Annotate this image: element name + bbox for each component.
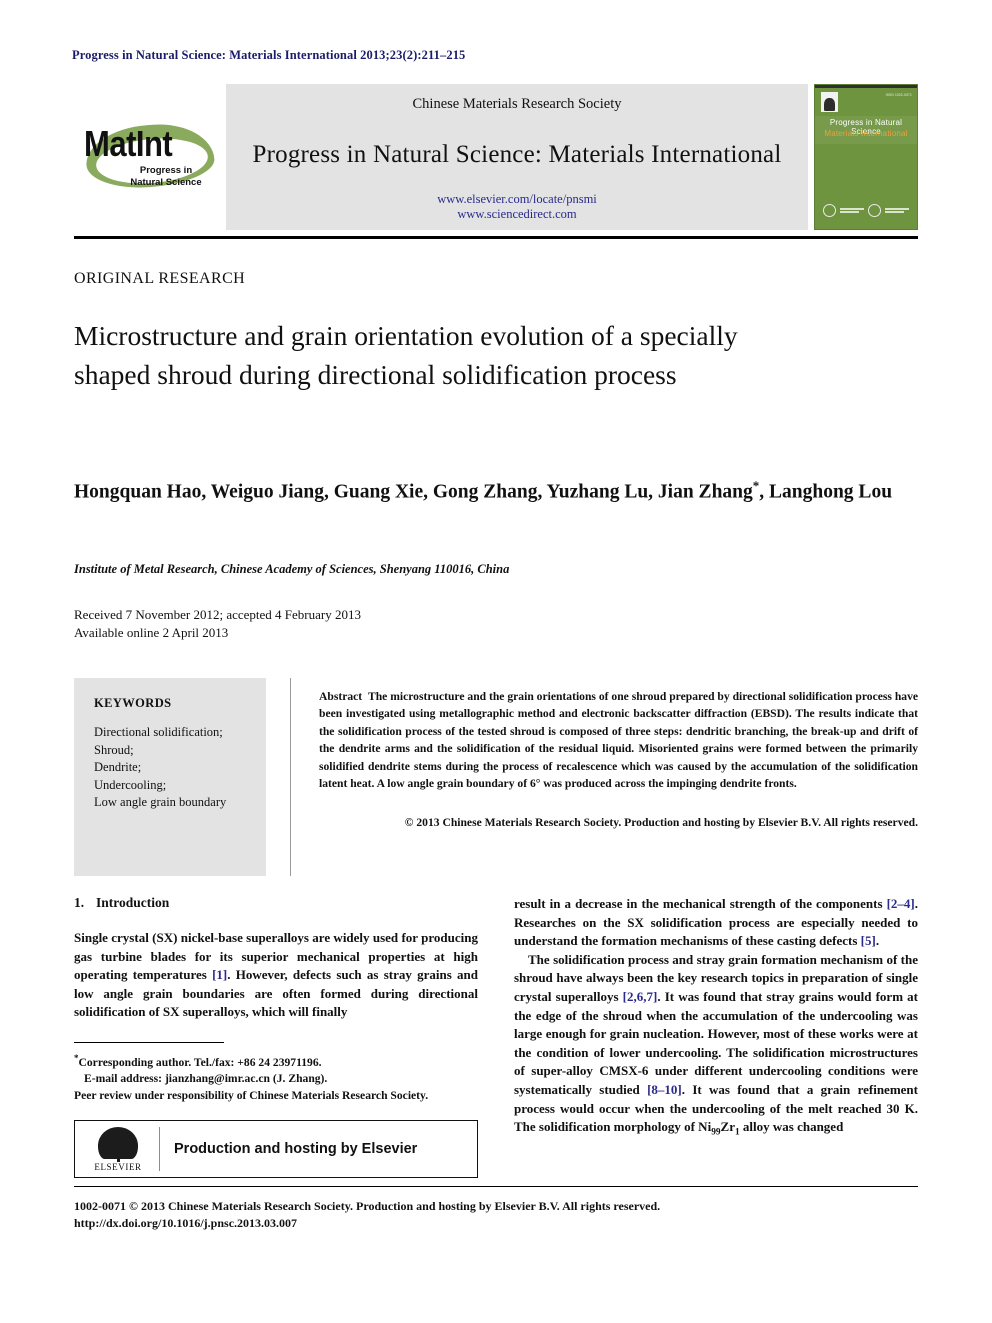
footnote-rule [74, 1041, 224, 1043]
article-type-label: ORIGINAL RESEARCH [74, 270, 246, 287]
footer-rule [74, 1186, 918, 1187]
footnote-email: E-mail address: jianzhang@imr.ac.cn (J. … [84, 1072, 328, 1086]
left-column: 1. Introduction Single crystal (SX) nicke… [74, 895, 478, 1185]
citation-link[interactable]: [5] [861, 933, 876, 948]
journal-masthead: MatInt Progress in Natural Science Chines… [74, 84, 918, 230]
footnote-block: *Corresponding author. Tel./fax: +86 24 … [74, 1050, 478, 1104]
elsevier-hosting-label: Production and hosting by Elsevier [174, 1141, 418, 1158]
elsevier-wordmark: ELSEVIER [94, 1162, 142, 1173]
keywords-list: Directional solidification; Shroud; Dend… [94, 724, 250, 812]
body-columns: 1. Introduction Single crystal (SX) nicke… [74, 895, 918, 1185]
elsevier-box-divider [159, 1127, 160, 1172]
abstract-column: Abstract The microstructure and the grai… [319, 678, 918, 876]
cover-seal-icon-2 [868, 204, 881, 217]
masthead-bottom-rule [74, 236, 918, 239]
footer-copyright: 1002-0071 © 2013 Chinese Materials Resea… [74, 1199, 661, 1213]
abstract-label: Abstract [319, 690, 363, 703]
abstract-body: The microstructure and the grain orienta… [319, 690, 919, 791]
logo-subtitle: Progress in Natural Science [130, 165, 202, 188]
elsevier-logo: ELSEVIER [85, 1126, 151, 1172]
citation-link[interactable]: [2–4] [887, 896, 915, 911]
keyword-item: Undercooling; [94, 777, 167, 792]
journal-cover-thumbnail: ISSN 1002-0071 Progress in Natural Scien… [814, 84, 918, 230]
paragraph-text-cont3: Zr [720, 1119, 735, 1135]
citation-link[interactable]: [2,6,7] [623, 989, 658, 1004]
cover-footer-text-lines-2 [885, 208, 909, 213]
author-list: Hongquan Hao, Weiguo Jiang, Guang Xie, G… [74, 472, 919, 506]
elsevier-hosting-box: ELSEVIER Production and hosting by Elsev… [74, 1120, 478, 1179]
paragraph-text-end: alloy was changed [739, 1119, 844, 1135]
paragraph: The solidification process and stray gra… [514, 951, 918, 1143]
footnote-peer-review: Peer review under responsibility of Chin… [74, 1088, 429, 1102]
abstract-text: Abstract The microstructure and the grai… [319, 688, 918, 792]
keyword-item: Shroud; [94, 742, 134, 757]
footer-doi-link[interactable]: http://dx.doi.org/10.1016/j.pnsc.2013.03… [74, 1215, 918, 1232]
paragraph-text-end: . [875, 933, 880, 949]
author-names: Hongquan Hao, Weiguo Jiang, Guang Xie, G… [74, 481, 753, 503]
matint-logo-icon: MatInt Progress in Natural Science [80, 109, 220, 205]
article-page: Progress in Natural Science: Materials I… [0, 0, 992, 1323]
available-online-date: Available online 2 April 2013 [74, 624, 229, 640]
citation-link[interactable]: [1] [212, 967, 227, 982]
section-number: 1. [74, 895, 85, 910]
keywords-box: KEYWORDS Directional solidification; Shr… [74, 678, 266, 876]
paragraph: Single crystal (SX) nickel-base superall… [74, 929, 478, 1022]
cover-top-bar [815, 85, 917, 88]
abstract-divider [290, 678, 291, 876]
journal-title: Progress in Natural Science: Materials I… [252, 141, 782, 168]
right-column: result in a decrease in the mechanical s… [514, 895, 918, 1185]
received-date: Received 7 November 2012; accepted 4 Feb… [74, 607, 361, 622]
cover-title-line2: Materials International [824, 129, 908, 138]
masthead-center-panel: Chinese Materials Research Society Progr… [226, 84, 808, 230]
cover-footer-text-lines [840, 208, 864, 213]
paragraph: result in a decrease in the mechanical s… [514, 895, 918, 951]
keywords-heading: KEYWORDS [94, 696, 172, 710]
cover-issn: ISSN 1002-0071 [885, 93, 912, 97]
link-sciencedirect[interactable]: www.sciencedirect.com [226, 207, 808, 222]
masthead-logo-area: MatInt Progress in Natural Science [74, 84, 226, 230]
abstract-section: KEYWORDS Directional solidification; Shr… [74, 678, 918, 876]
paragraph-text: result in a decrease in the mechanical s… [514, 896, 887, 911]
section-title: Introduction [96, 895, 170, 910]
society-name: Chinese Materials Research Society [412, 96, 622, 112]
elsevier-tree-icon [98, 1127, 138, 1163]
affiliation: Institute of Metal Research, Chinese Aca… [74, 562, 510, 576]
logo-wordmark: MatInt [84, 123, 173, 165]
publication-dates: Received 7 November 2012; accepted 4 Feb… [74, 606, 574, 641]
cover-elsevier-tree-icon [821, 92, 838, 112]
citation-link[interactable]: [8–10] [647, 1082, 682, 1097]
journal-links: www.elsevier.com/locate/pnsmi www.scienc… [226, 192, 808, 222]
paragraph-text-cont: . It was found that stray grains would f… [514, 988, 918, 1097]
link-elsevier[interactable]: www.elsevier.com/locate/pnsmi [226, 192, 808, 207]
cover-seal-icon [823, 204, 836, 217]
page-footer: 1002-0071 © 2013 Chinese Materials Resea… [74, 1198, 918, 1232]
keyword-item: Low angle grain boundary [94, 795, 227, 809]
cover-footer-logos [823, 204, 909, 217]
keyword-item: Directional solidification; [94, 725, 223, 739]
page-title: Microstructure and grain orientation evo… [74, 320, 738, 390]
footnote-corresponding: Corresponding author. Tel./fax: +86 24 2… [78, 1055, 322, 1069]
keyword-item: Dendrite; [94, 760, 142, 774]
running-head: Progress in Natural Science: Materials I… [72, 48, 466, 62]
masthead-cover-area: ISSN 1002-0071 Progress in Natural Scien… [808, 84, 918, 230]
section-heading-introduction: 1. Introduction [74, 895, 478, 911]
author-names-cont: , Langhong Lou [759, 481, 893, 503]
abstract-copyright: © 2013 Chinese Materials Research Societ… [404, 816, 918, 830]
subscript-99: 99 [711, 1127, 721, 1138]
